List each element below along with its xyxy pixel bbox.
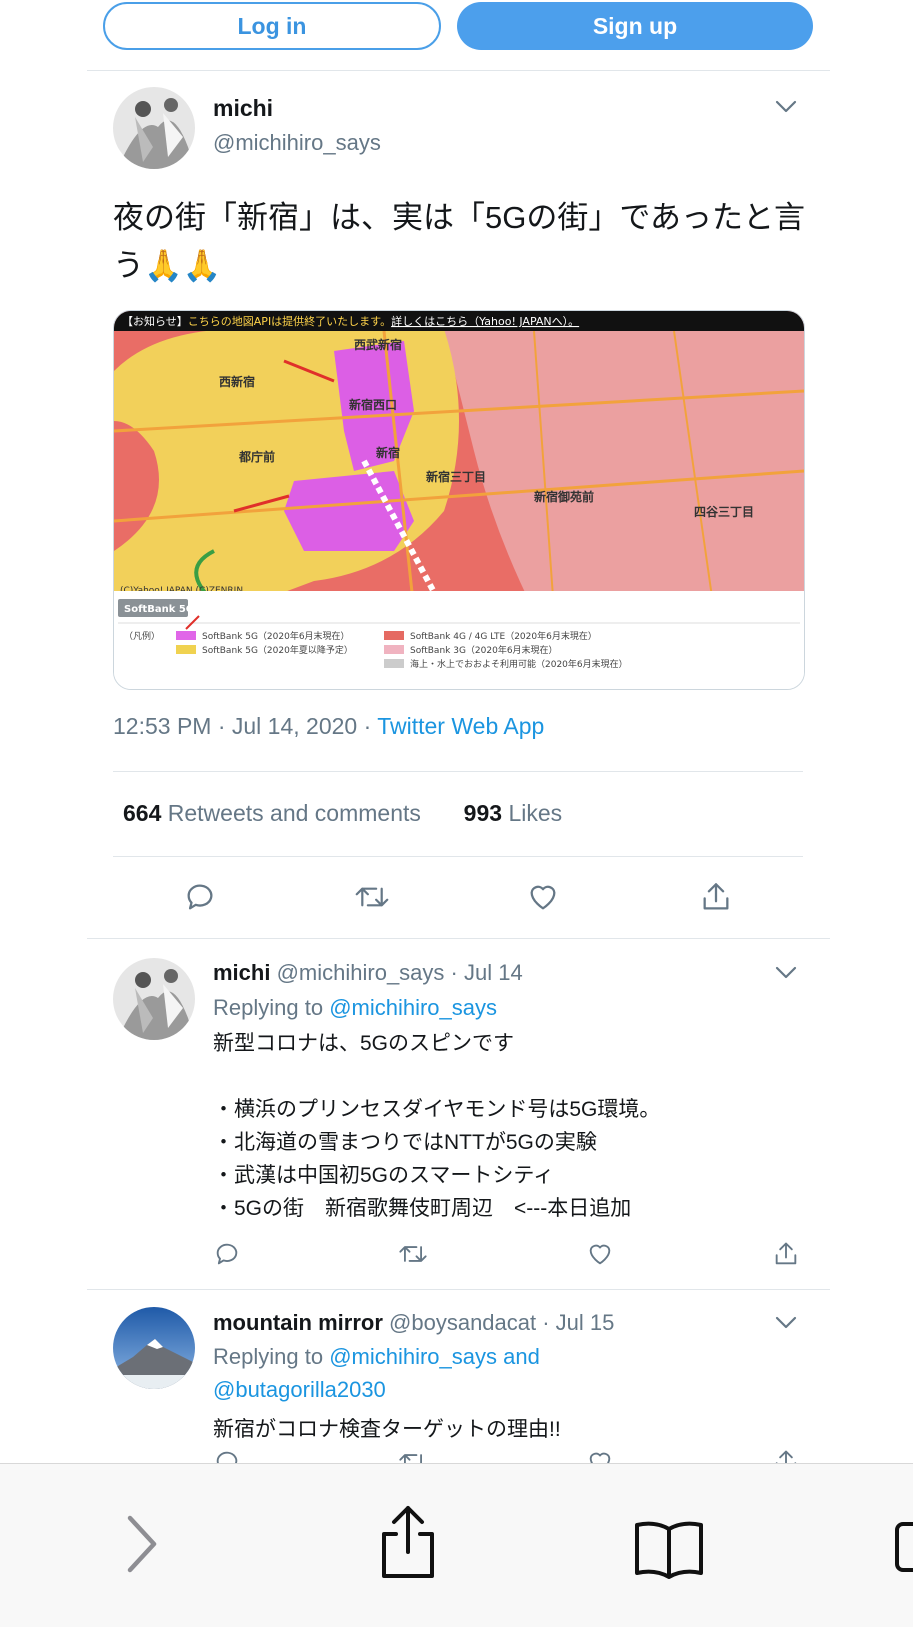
map-label: 新宿御苑前: [534, 489, 594, 504]
heart-icon: [589, 1452, 611, 1463]
reply-mention-link[interactable]: @michihiro_says and: [329, 1344, 540, 1369]
share-icon: [382, 1506, 434, 1578]
reply-icon: [216, 1451, 238, 1463]
reply-button[interactable]: [213, 1240, 241, 1268]
browser-toolbar: [0, 1463, 913, 1627]
divider: [87, 938, 830, 939]
share-sheet-button[interactable]: [378, 1504, 438, 1585]
map-label: 都庁前: [238, 449, 275, 464]
author-name[interactable]: michi: [213, 95, 273, 122]
forward-button[interactable]: [124, 1514, 160, 1579]
legend-item: SoftBank 5G（2020年6月末現在）: [202, 630, 350, 642]
retweet-button[interactable]: [354, 880, 390, 914]
map-image: 【お知らせ】こちらの地図APIは提供終了いたします。詳しくはこちら（Yahoo!…: [114, 311, 804, 689]
like-button[interactable]: [586, 1448, 614, 1463]
replying-to: Replying to @michihiro_says: [213, 995, 498, 1020]
share-button[interactable]: [772, 1448, 800, 1463]
divider: [113, 771, 803, 772]
reply-icon: [187, 884, 213, 910]
reply-mention-link[interactable]: @butagorilla2030: [213, 1377, 386, 1402]
author-name[interactable]: mountain mirror: [213, 1310, 383, 1335]
retweet-icon: [399, 1246, 427, 1262]
retweet-button[interactable]: [398, 1240, 428, 1268]
legend-badge: SoftBank 5G: [124, 604, 194, 615]
likes-stat[interactable]: 993 Likes: [464, 800, 562, 826]
tabs-button[interactable]: [893, 1520, 913, 1581]
map-label: 西武新宿: [354, 337, 402, 352]
like-button[interactable]: [526, 880, 560, 914]
retweet-button[interactable]: [398, 1448, 428, 1463]
avatar[interactable]: [113, 1307, 195, 1389]
share-icon: [775, 1242, 797, 1265]
timestamp[interactable]: 12:53 PM · Jul 14, 2020 ·: [113, 713, 377, 739]
legend-title: （凡例）: [124, 630, 160, 642]
map-label: 新宿: [376, 445, 400, 460]
map-label: 西新宿: [219, 374, 255, 389]
tweet-media[interactable]: 【お知らせ】こちらの地図APIは提供終了いたします。詳しくはこちら（Yahoo!…: [113, 310, 805, 690]
share-button[interactable]: [772, 1240, 800, 1268]
reply-text: 新型コロナは、5Gのスピンです ・横浜のプリンセスダイヤモンド号は5G環境。 ・…: [213, 1032, 661, 1220]
reply-text: 新宿がコロナ検査ターゲットの理由!!: [213, 1418, 561, 1441]
reply-icon: [216, 1243, 238, 1265]
retweet-icon: [399, 1454, 422, 1463]
retweet-icon: [355, 887, 389, 907]
reply-header: michi @michihiro_says · Jul 14: [213, 960, 523, 986]
reply-header: mountain mirror @boysandacat · Jul 15: [213, 1310, 614, 1336]
author-handle[interactable]: @michihiro_says: [213, 130, 381, 156]
chevron-down-icon[interactable]: [775, 100, 797, 114]
legend-item: 海上・水上でおおよそ利用可能（2020年6月末現在）: [410, 658, 628, 670]
tweet-text: 夜の街「新宿」は、実は「5Gの街」であったと言う🙏🙏: [113, 200, 806, 283]
retweets-stat[interactable]: 664 Retweets and comments: [123, 800, 421, 826]
map-label: 新宿西口: [349, 397, 397, 412]
author-handle[interactable]: @boysandacat: [389, 1310, 536, 1335]
heart-icon: [530, 885, 556, 910]
reply-button[interactable]: [183, 880, 217, 914]
avatar[interactable]: [113, 958, 195, 1040]
map-notice: 【お知らせ】こちらの地図APIは提供終了いたします。詳しくはこちら（Yahoo!…: [122, 314, 579, 328]
tweet-stats: 664 Retweets and comments 993 Likes: [123, 800, 562, 827]
login-button[interactable]: Log in: [103, 2, 441, 50]
author-name[interactable]: michi: [213, 960, 270, 985]
reply-date[interactable]: · Jul 14: [444, 960, 523, 985]
tweet-meta: 12:53 PM · Jul 14, 2020 · Twitter Web Ap…: [113, 713, 544, 740]
divider: [87, 1289, 830, 1290]
reply-mention-link[interactable]: @michihiro_says: [329, 995, 497, 1020]
map-label: 四谷三丁目: [694, 504, 754, 519]
legend-item: SoftBank 5G（2020年夏以降予定）: [202, 644, 353, 656]
share-icon: [775, 1450, 797, 1463]
signup-button[interactable]: Sign up: [457, 2, 813, 50]
share-icon: [703, 883, 729, 910]
chevron-down-icon[interactable]: [775, 1316, 797, 1330]
book-icon: [635, 1521, 703, 1579]
heart-icon: [589, 1244, 611, 1265]
replying-to-second: @butagorilla2030: [213, 1377, 386, 1403]
avatar[interactable]: [113, 87, 195, 169]
tabs-icon: [895, 1522, 913, 1572]
share-button[interactable]: [699, 880, 733, 914]
reply-button[interactable]: [213, 1448, 241, 1463]
chevron-down-icon[interactable]: [775, 966, 797, 980]
divider: [87, 70, 830, 71]
reply-date[interactable]: · Jul 15: [536, 1310, 614, 1335]
chevron-right-icon: [127, 1515, 157, 1573]
legend-item: SoftBank 4G / 4G LTE（2020年6月末現在）: [410, 630, 597, 642]
bookmarks-button[interactable]: [633, 1519, 705, 1584]
source-link[interactable]: Twitter Web App: [377, 713, 544, 739]
author-handle[interactable]: @michihiro_says: [277, 960, 445, 985]
map-label: 新宿三丁目: [426, 469, 486, 484]
replying-to: Replying to @michihiro_says and: [213, 1344, 540, 1369]
legend-item: SoftBank 3G（2020年6月末現在）: [410, 644, 558, 656]
divider: [113, 856, 803, 857]
like-button[interactable]: [586, 1240, 614, 1268]
